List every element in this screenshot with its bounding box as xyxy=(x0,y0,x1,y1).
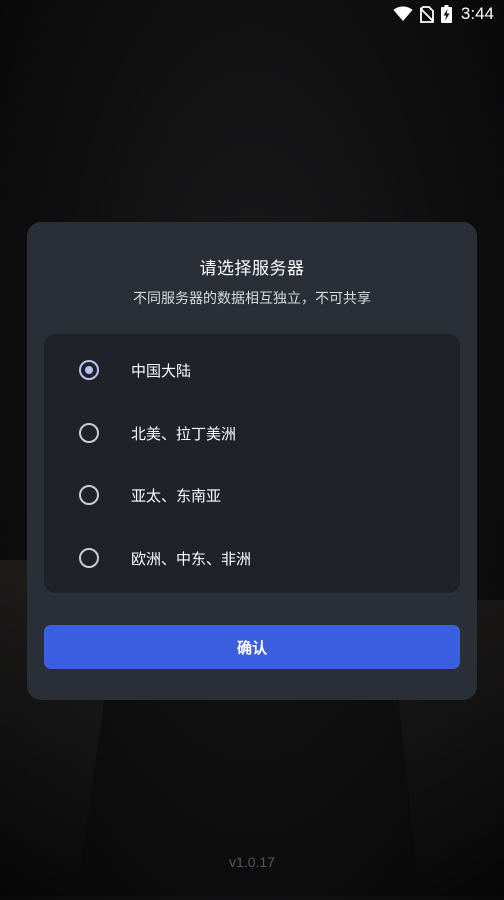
server-select-dialog: 请选择服务器 不同服务器的数据相互独立，不可共享 中国大陆 北美、拉丁美洲 亚太… xyxy=(27,222,477,700)
status-time: 3:44 xyxy=(460,4,494,23)
server-option-label: 中国大陆 xyxy=(131,361,192,380)
server-option-north-latin-america[interactable]: 北美、拉丁美洲 xyxy=(44,403,460,463)
server-option-europe-middle-east-africa[interactable]: 欧洲、中东、非洲 xyxy=(44,528,460,588)
server-option-asia-pacific[interactable]: 亚太、东南亚 xyxy=(44,465,460,525)
battery-charging-icon xyxy=(440,5,452,23)
radio-selected-icon[interactable] xyxy=(79,360,99,380)
radio-unselected-icon[interactable] xyxy=(79,485,99,505)
server-option-label: 亚太、东南亚 xyxy=(131,486,222,505)
app-version: v1.0.17 xyxy=(229,854,275,870)
dialog-subtitle: 不同服务器的数据相互独立，不可共享 xyxy=(133,291,371,307)
wifi-icon xyxy=(393,6,413,22)
no-sim-icon xyxy=(419,5,434,23)
server-option-label: 北美、拉丁美洲 xyxy=(131,424,237,443)
status-icons: 3:44 xyxy=(393,4,494,24)
radio-unselected-icon[interactable] xyxy=(79,548,99,568)
server-option-label: 欧洲、中东、非洲 xyxy=(131,549,252,568)
dialog-title: 请选择服务器 xyxy=(199,259,305,279)
server-options-list: 中国大陆 北美、拉丁美洲 亚太、东南亚 欧洲、中东、非洲 xyxy=(44,334,460,593)
status-bar: 3:44 xyxy=(0,0,504,28)
radio-unselected-icon[interactable] xyxy=(79,423,99,443)
server-option-china-mainland[interactable]: 中国大陆 xyxy=(44,340,460,400)
confirm-button[interactable]: 确认 xyxy=(44,625,460,669)
